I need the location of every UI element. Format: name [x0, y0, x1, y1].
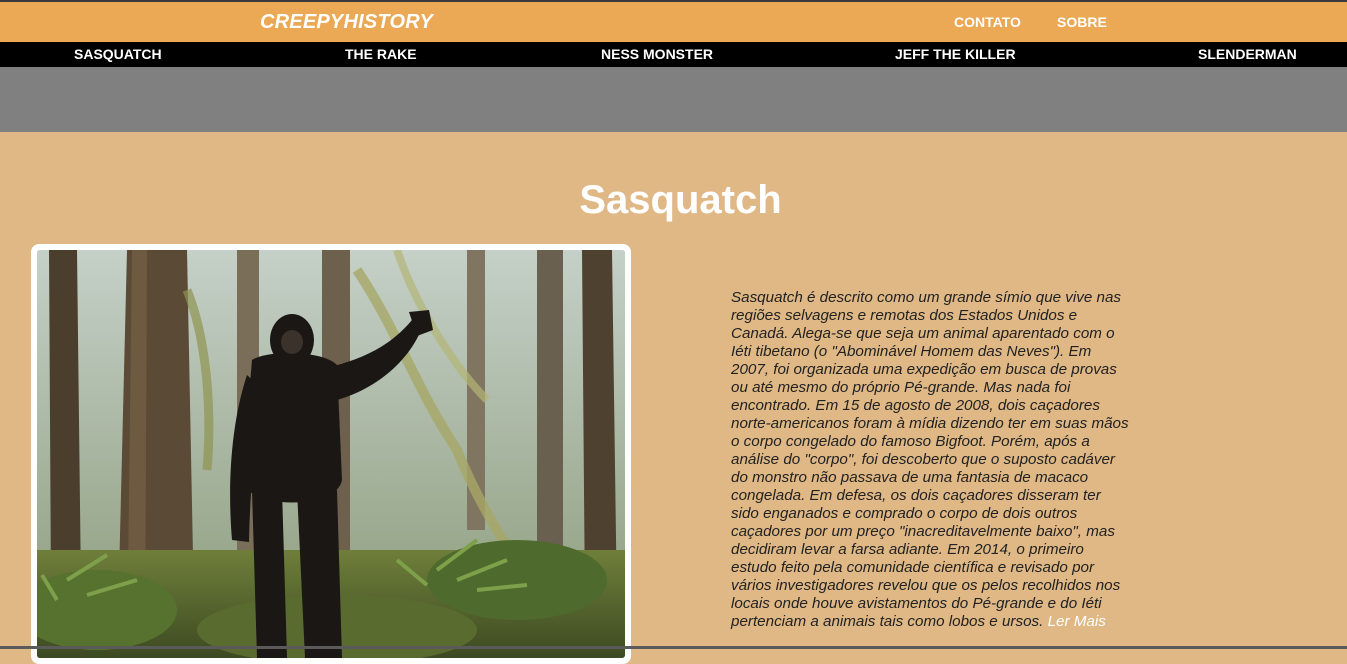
page-title: Sasquatch — [579, 178, 782, 222]
sasquatch-photo — [37, 250, 625, 658]
site-logo[interactable]: CREEPYHISTORY — [260, 11, 433, 34]
main-nav: SASQUATCH THE RAKE NESS MONSTER JEFF THE… — [0, 42, 1347, 67]
site-header: CREEPYHISTORY CONTATO SOBRE — [0, 2, 1347, 42]
nav-item-ness-monster[interactable]: NESS MONSTER — [601, 46, 713, 62]
sasquatch-description: Sasquatch é descrito como um grande sími… — [731, 289, 1131, 631]
sobre-link[interactable]: SOBRE — [1057, 14, 1107, 30]
read-more-link[interactable]: Ler Mais — [1048, 613, 1106, 630]
photo-frame — [31, 244, 631, 664]
nav-item-jeff-the-killer[interactable]: JEFF THE KILLER — [895, 46, 1016, 62]
nav-item-the-rake[interactable]: THE RAKE — [345, 46, 417, 62]
contato-link[interactable]: CONTATO — [954, 14, 1021, 30]
description-text: Sasquatch é descrito como um grande sími… — [731, 289, 1129, 630]
gray-banner — [0, 67, 1347, 132]
nav-item-slenderman[interactable]: SLENDERMAN — [1198, 46, 1297, 62]
nav-item-sasquatch[interactable]: SASQUATCH — [74, 46, 162, 62]
